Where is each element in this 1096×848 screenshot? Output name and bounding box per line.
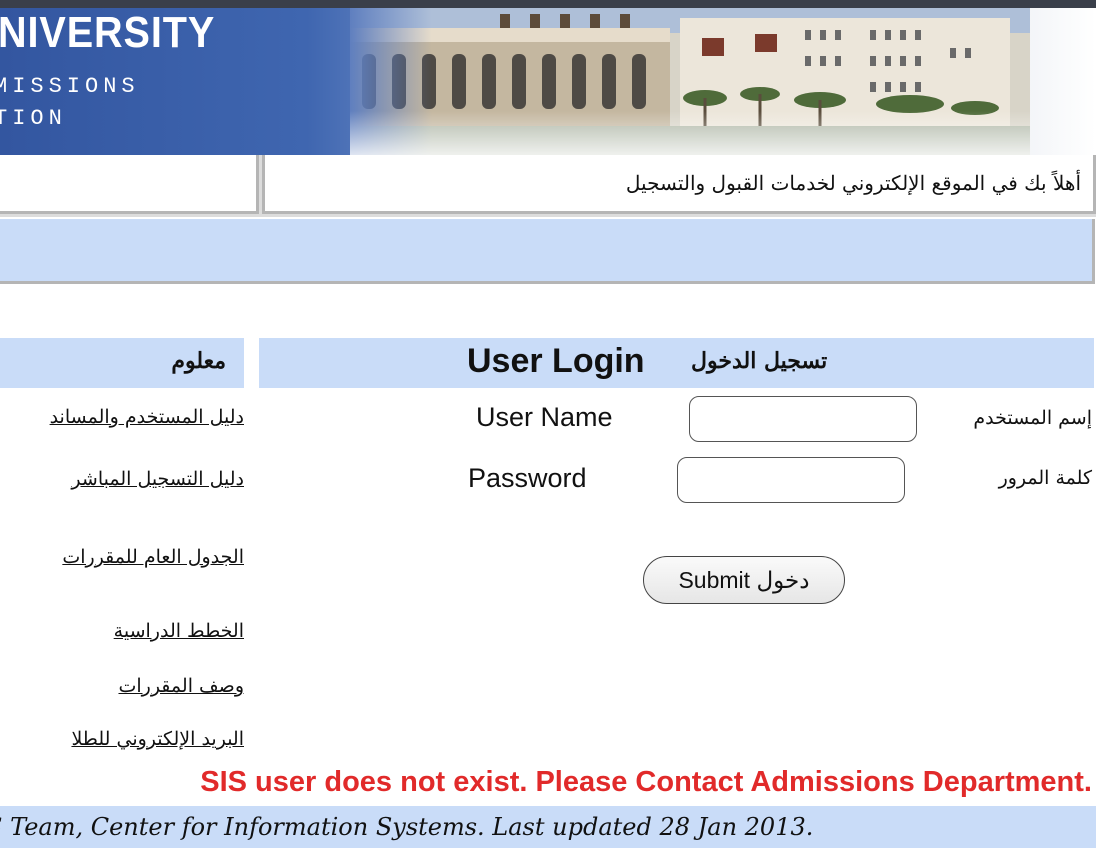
password-label-ar: كلمة المرور [998,467,1092,489]
username-label-ar: إسم المستخدم [973,407,1092,429]
welcome-left-cell [0,155,259,214]
login-header: User Login تسجيل الدخول [259,338,1094,388]
info-panel-header: معلوم [0,338,244,388]
admissions-title-line1: MISSIONS [0,74,140,99]
login-title-ar: تسجيل الدخول [691,348,828,374]
info-link-study-plans[interactable]: الخطط الدراسية [114,620,244,642]
footer-text: S Team, Center for Information Systems. … [0,813,814,841]
university-title: NIVERSITY [0,8,216,57]
info-link-course-descriptions[interactable]: وصف المقررات [118,675,244,697]
username-input[interactable] [689,396,917,442]
password-label-en: Password [468,463,587,493]
admissions-title-line2: TION [0,106,67,131]
login-title-en: User Login [467,342,645,380]
top-strip [0,0,1096,8]
navigation-bar [0,219,1095,284]
welcome-right-cell: أهلاً بك في الموقع الإلكتروني لخدمات الق… [262,155,1096,214]
info-panel-title: معلوم [171,348,226,374]
username-label-en: User Name [476,402,613,432]
password-input[interactable] [677,457,905,503]
campus-building-image [350,8,1030,155]
welcome-row: أهلاً بك في الموقع الإلكتروني لخدمات الق… [0,155,1096,217]
submit-button[interactable]: Submit دخول [643,556,845,604]
info-link-student-email[interactable]: البريد الإلكتروني للطلا [71,728,244,750]
header-banner: NIVERSITY MISSIONS TION [0,8,1096,155]
info-link-course-schedule[interactable]: الجدول العام للمقررات [62,546,244,568]
info-link-user-guide[interactable]: دليل المستخدم والمساند [50,406,244,428]
error-message: SIS user does not exist. Please Contact … [200,766,1092,798]
welcome-text: أهلاً بك في الموقع الإلكتروني لخدمات الق… [625,171,1081,195]
info-link-registration-guide[interactable]: دليل التسجيل المباشر [71,468,244,490]
footer: S Team, Center for Information Systems. … [0,806,1096,848]
